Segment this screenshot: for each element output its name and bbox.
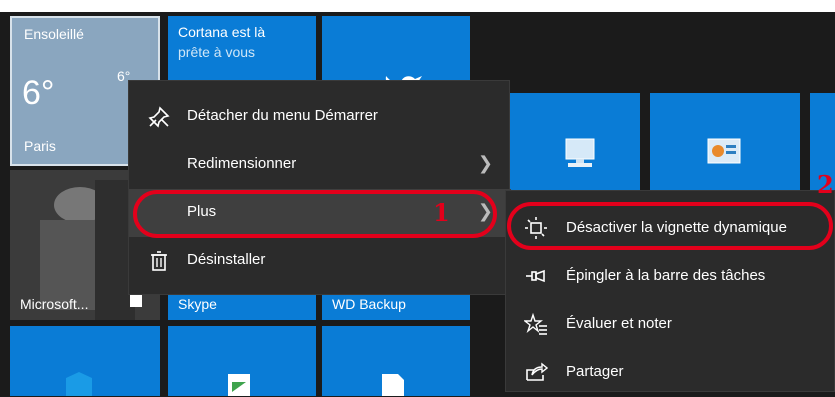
cortana-line1: Cortana est là	[178, 24, 266, 40]
cortana-line2: prête à vous	[178, 44, 256, 60]
submenu-item-rate-label: Évaluer et noter	[566, 315, 672, 332]
submenu-item-share[interactable]: Partager	[506, 347, 835, 397]
menu-item-uninstall[interactable]: Désinstaller	[129, 237, 511, 285]
wd-label: WD Backup	[332, 296, 406, 312]
weather-condition: Ensoleillé	[24, 26, 84, 42]
tile-context-menu: Détacher du menu Démarrer Redimensionner…	[128, 80, 511, 295]
empty-area	[478, 16, 835, 86]
menu-item-uninstall-label: Désinstaller	[187, 251, 266, 268]
skype-label: Skype	[178, 296, 217, 312]
empty-bottom	[478, 326, 508, 396]
share-icon	[524, 360, 549, 384]
control-panel-tile[interactable]	[650, 93, 800, 193]
tile-bottom-1[interactable]	[10, 326, 160, 396]
shield-icon	[66, 372, 92, 396]
annotation-ring-2	[507, 202, 833, 250]
pin-taskbar-icon	[524, 264, 548, 288]
file-icon	[382, 374, 404, 396]
chevron-right-icon: ❯	[477, 153, 493, 173]
menu-item-unpin[interactable]: Détacher du menu Démarrer	[129, 93, 511, 141]
document-icon	[228, 374, 250, 396]
trash-icon	[147, 249, 171, 273]
computer-tile[interactable]	[510, 93, 640, 193]
unpin-icon	[147, 105, 171, 129]
store-badge-icon	[130, 295, 142, 307]
submenu-item-rate[interactable]: Évaluer et noter	[506, 299, 835, 349]
weather-temp: 6°	[22, 74, 55, 112]
computer-icon	[565, 138, 595, 167]
submenu-item-pin-taskbar[interactable]: Épingler à la barre des tâches	[506, 251, 835, 301]
tile-bottom-3[interactable]	[322, 326, 470, 396]
control-panel-icon	[707, 138, 741, 164]
annotation-number-1: 1	[433, 198, 450, 227]
weather-city: Paris	[24, 138, 56, 154]
menu-item-unpin-label: Détacher du menu Démarrer	[187, 107, 378, 124]
menu-item-resize-label: Redimensionner	[187, 155, 297, 172]
annotation-number-2: 2	[817, 170, 834, 199]
tile-bottom-2[interactable]	[168, 326, 316, 396]
submenu-item-share-label: Partager	[566, 363, 624, 380]
submenu-item-pin-label: Épingler à la barre des tâches	[566, 267, 766, 284]
top-edge	[0, 0, 835, 12]
movie-label: Microsoft...	[20, 296, 89, 312]
rate-icon	[523, 312, 548, 336]
menu-item-resize[interactable]: Redimensionner ❯	[129, 141, 511, 189]
